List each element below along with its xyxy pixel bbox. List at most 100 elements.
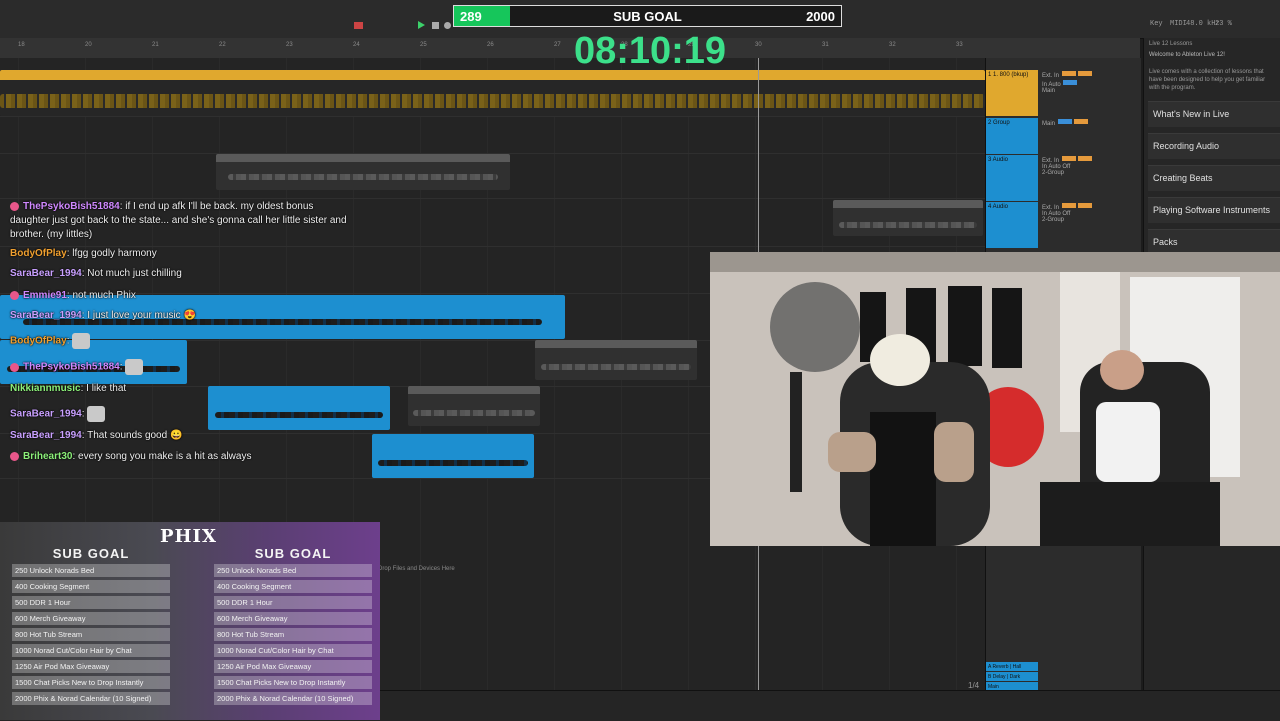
lessons-intro-text: Live comes with a collection of lessons …: [1149, 69, 1266, 91]
track-controls[interactable]: Main: [1042, 118, 1137, 158]
ruler-tick: 18: [18, 42, 25, 48]
sub-goals-overlay: PHIX SUB GOAL 250 Unlock Norads Bed 400 C…: [0, 522, 380, 720]
ruler-tick: 22: [219, 42, 226, 48]
phix-logo: PHIX: [160, 526, 217, 547]
audio-clip[interactable]: [0, 70, 985, 116]
chat-message: Briheart30: every song you make is a hit…: [10, 451, 251, 462]
chat-message: BodyOfPlay:: [10, 333, 91, 349]
chat-text: not much Phix: [72, 290, 136, 301]
goal-row: 800 Hot Tub Stream: [214, 628, 372, 641]
badge-icon: [10, 451, 19, 461]
audio-clip[interactable]: [216, 154, 510, 190]
chat-message: Emmie91: not much Phix: [10, 290, 136, 301]
webcam-image: [710, 252, 1280, 546]
goal-row: 600 Merch Giveaway: [12, 612, 170, 625]
play-icon[interactable]: [418, 21, 425, 29]
chat-text: I just love your music 😍: [87, 310, 196, 321]
audio-clip[interactable]: [833, 200, 983, 236]
goals-column-left: SUB GOAL 250 Unlock Norads Bed 400 Cookin…: [12, 546, 170, 705]
mixer-track-1[interactable]: 1 1. 800 (bkup): [986, 70, 1038, 116]
chat-message: SaraBear_1994: I just love your music 😍: [10, 310, 196, 321]
ruler-tick: 30: [755, 42, 762, 48]
chat-text: every song you make is a hit as always: [78, 451, 252, 462]
chat-username[interactable]: BodyOfPlay: [10, 336, 67, 347]
chat-username[interactable]: SaraBear_1994: [10, 268, 82, 279]
badge-icon: [10, 362, 19, 372]
key-label[interactable]: Key: [1150, 20, 1163, 28]
emote-icon: [125, 359, 144, 375]
goal-row: 1250 Air Pod Max Giveaway: [214, 660, 372, 673]
stream-timer: 08:10:19: [573, 30, 727, 72]
sub-goal-current: 289: [460, 9, 482, 24]
mixer-track-2[interactable]: 2 Group: [986, 118, 1038, 154]
track-controls[interactable]: Ext. In In Auto Off 2-Group: [1042, 155, 1137, 195]
goal-row: 1500 Chat Picks New to Drop Instantly: [214, 676, 372, 689]
ruler-tick: 20: [85, 42, 92, 48]
badge-icon: [10, 290, 19, 300]
track-name: 3 Audio: [988, 157, 1009, 163]
audio-clip[interactable]: [535, 340, 697, 380]
goal-row: 1250 Air Pod Max Giveaway: [12, 660, 170, 673]
goals-column-right: SUB GOAL 250 Unlock Norads Bed 400 Cookin…: [214, 546, 372, 705]
stop-icon[interactable]: [432, 22, 439, 29]
ruler-tick: 26: [487, 42, 494, 48]
goals-title: SUB GOAL: [52, 546, 130, 561]
goal-row: 400 Cooking Segment: [214, 580, 372, 593]
goal-row: 250 Unlock Norads Bed: [12, 564, 170, 577]
chat-username[interactable]: Briheart30: [23, 451, 72, 462]
chat-text: lfgg godly harmony: [72, 248, 157, 259]
mixer-track-4[interactable]: 4 Audio: [986, 202, 1038, 248]
record-icon[interactable]: [444, 22, 451, 29]
chat-username[interactable]: ThePsykoBish51884: [23, 362, 120, 373]
track-controls[interactable]: Ext. In In Auto Off 2-Group: [1042, 202, 1137, 242]
ruler-tick: 25: [420, 42, 427, 48]
chat-text: That sounds good 😀: [87, 430, 183, 441]
emote-icon: [87, 406, 106, 422]
audio-clip[interactable]: [208, 386, 390, 430]
goal-row: 500 DDR 1 Hour: [214, 596, 372, 609]
lessons-intro-title: Welcome to Ableton Live 12!: [1149, 52, 1225, 58]
chat-username[interactable]: BodyOfPlay: [10, 248, 67, 259]
track-controls[interactable]: Ext. In In Auto Main: [1042, 70, 1137, 110]
chat-username[interactable]: SaraBear_1994: [10, 409, 82, 420]
return-track-b[interactable]: B Delay | Dark: [986, 672, 1038, 681]
chat-text: I like that: [86, 383, 127, 394]
page-indicator: 1/4: [968, 681, 980, 690]
chat-message: BodyOfPlay: lfgg godly harmony: [10, 248, 157, 259]
track-name: 2 Group: [988, 120, 1010, 126]
chat-message: SaraBear_1994: Not much just chilling: [10, 268, 182, 279]
audio-clip[interactable]: [408, 386, 540, 426]
goal-row: 800 Hot Tub Stream: [12, 628, 170, 641]
goal-row: 1000 Norad Cut/Color Hair by Chat: [12, 644, 170, 657]
lesson-software-instruments[interactable]: Playing Software Instruments: [1148, 197, 1280, 223]
chat-username[interactable]: Emmie91: [23, 290, 67, 301]
lesson-whats-new[interactable]: What's New in Live: [1148, 101, 1280, 127]
sub-goal-title: SUB GOAL: [613, 9, 682, 24]
emote-icon: [72, 333, 91, 349]
webcam-feed: [710, 252, 1280, 546]
audio-clip[interactable]: [372, 434, 534, 478]
chat-username[interactable]: SaraBear_1994: [10, 310, 82, 321]
midi-label[interactable]: MIDI: [1170, 20, 1187, 28]
sub-goal-target: 2000: [806, 9, 835, 24]
mixer-track-3[interactable]: 3 Audio: [986, 155, 1038, 201]
goal-row: 250 Unlock Norads Bed: [214, 564, 372, 577]
goals-title: SUB GOAL: [254, 546, 332, 561]
chat-username[interactable]: ThePsykoBish51884: [23, 201, 120, 212]
return-track-a[interactable]: A Reverb | Hall: [986, 662, 1038, 671]
chat-message: ThePsykoBish51884: if I end up afk I'll …: [10, 201, 347, 240]
chat-username[interactable]: SaraBear_1994: [10, 430, 82, 441]
drop-hint: Drop Files and Devices Here: [378, 566, 455, 572]
ruler-tick: 24: [353, 42, 360, 48]
lesson-creating-beats[interactable]: Creating Beats: [1148, 165, 1280, 191]
goal-row: 600 Merch Giveaway: [214, 612, 372, 625]
record-button[interactable]: [354, 22, 363, 29]
ruler-tick: 33: [956, 42, 963, 48]
ruler-tick: 31: [822, 42, 829, 48]
chat-message: ThePsykoBish51884:: [10, 359, 144, 375]
lesson-recording-audio[interactable]: Recording Audio: [1148, 133, 1280, 159]
chat-username[interactable]: Nikkiannmusic: [10, 383, 81, 394]
ruler-tick: 21: [152, 42, 159, 48]
badge-icon: [10, 201, 19, 211]
goal-row: 2000 Phix & Norad Calendar (10 Signed): [214, 692, 372, 705]
